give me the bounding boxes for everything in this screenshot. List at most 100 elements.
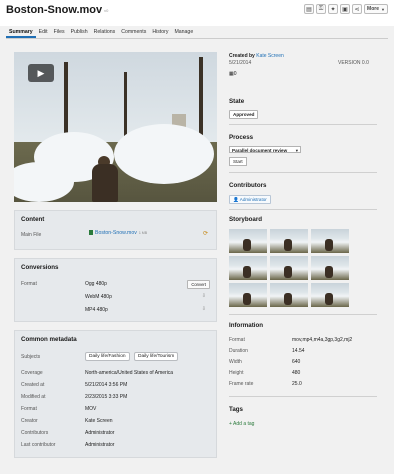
storyboard-thumbnail[interactable]: [311, 229, 349, 253]
toolbar: ▤ ⚿ ✦ ▣ ⋖ More ▼: [304, 4, 388, 14]
info-format-label: Format: [229, 337, 245, 343]
main-file-name: Boston-Snow.mov: [95, 230, 137, 236]
tree: [124, 72, 127, 142]
process-select[interactable]: ▾ Parallel document review: [229, 146, 301, 153]
tab-history[interactable]: History: [149, 27, 171, 38]
chevron-down-icon: ▾: [295, 148, 298, 153]
modified-at-label: Modified at: [21, 394, 46, 400]
information-title: Information: [229, 322, 264, 329]
plus-icon: +: [229, 421, 232, 427]
main-file-link[interactable]: Boston-Snow.mov 1 MB: [89, 230, 147, 236]
storyboard-thumbnail[interactable]: [270, 256, 308, 280]
modified-at-value: 2/23/2015 3:33 PM: [85, 394, 128, 400]
coverage-value: North-america/United States of America: [85, 370, 174, 376]
main-file-size: 1 MB: [138, 231, 148, 235]
add-tag-link[interactable]: + Add a tag: [229, 421, 254, 427]
state-title: State: [229, 98, 245, 105]
contributor-chip[interactable]: 👤 Administrator: [229, 195, 271, 204]
info-height-value: 480: [292, 370, 301, 376]
play-icon[interactable]: ▶: [28, 64, 54, 82]
last-contributor-label: Last contributor: [21, 442, 56, 448]
created-at-value: 5/21/2014 3:56 PM: [85, 382, 128, 388]
divider: [229, 172, 377, 173]
subject-tag[interactable]: Daily life/Fashion: [85, 352, 130, 361]
conversion-name: MP4 480p: [85, 307, 108, 313]
share-icon[interactable]: ⋖: [352, 4, 362, 14]
contributors-label: Contributors: [21, 430, 49, 436]
created-by-link[interactable]: Kate Screen: [256, 53, 284, 59]
storyboard-thumbnail[interactable]: [311, 256, 349, 280]
format-label: Format: [21, 281, 37, 287]
metadata-title: Common metadata: [21, 336, 77, 343]
format-value: MOV: [85, 406, 97, 412]
tab-bar: Summary Edit Files Publish Relations Com…: [6, 27, 388, 39]
info-height-label: Height: [229, 370, 244, 376]
process-value: Parallel document review: [232, 148, 288, 153]
conversions-title: Conversions: [21, 264, 59, 271]
contributors-title: Contributors: [229, 182, 267, 189]
created-by-label: Created by: [229, 53, 255, 59]
contributors-value: Administrator: [85, 430, 115, 436]
divider: [229, 396, 377, 397]
storyboard-thumbnail[interactable]: [270, 283, 308, 307]
person: [92, 164, 118, 202]
created-date: 5/21/2014: [229, 60, 252, 66]
tab-edit[interactable]: Edit: [36, 27, 51, 38]
storyboard-thumbnail[interactable]: [229, 283, 267, 307]
conversions-card: Conversions Format Ogg 480p Convert WebM…: [14, 258, 217, 322]
version-hint: v0: [104, 7, 109, 13]
more-label: More: [367, 6, 379, 12]
version-label: VERSION 0.0: [338, 60, 369, 66]
storyboard-grid: [229, 229, 353, 307]
creator-label: Creator: [21, 418, 38, 424]
storyboard-thumbnail[interactable]: [270, 229, 308, 253]
chevron-down-icon: ▼: [380, 6, 385, 12]
conversion-name: WebM 480p: [85, 294, 112, 300]
info-format-value: mov,mp4,m4a,3gp,3g2,mj2: [292, 337, 353, 343]
add-tag-label: Add a tag: [233, 421, 255, 427]
lock-icon[interactable]: ⚿: [316, 4, 326, 14]
created-at-label: Created at: [21, 382, 45, 388]
divider: [229, 314, 377, 315]
created-by: Created by Kate Screen: [229, 53, 284, 59]
tab-files[interactable]: Files: [51, 27, 68, 38]
tags-title: Tags: [229, 406, 243, 413]
info-width-value: 640: [292, 359, 301, 365]
document-title: Boston-Snow.mov v0: [6, 4, 108, 16]
refresh-icon[interactable]: ⟳: [203, 230, 208, 237]
download-icon[interactable]: ▤: [304, 4, 314, 14]
favorite-icon[interactable]: ✦: [328, 4, 338, 14]
main-file-label: Main File: [21, 232, 42, 238]
metadata-card: Common metadata Subjects Daily life/Fash…: [14, 330, 217, 458]
storyboard-thumbnail[interactable]: [229, 256, 267, 280]
subject-tag[interactable]: Daily life/Tourism: [134, 352, 179, 361]
tab-publish[interactable]: Publish: [68, 27, 91, 38]
document-view: Boston-Snow.mov v0 ▤ ⚿ ✦ ▣ ⋖ More ▼ Summar…: [0, 0, 394, 474]
user-icon: 👤: [233, 197, 239, 202]
convert-button[interactable]: Convert: [187, 280, 210, 289]
content-card: Content Main File Boston-Snow.mov 1 MB ⟳: [14, 210, 217, 250]
tab-summary[interactable]: Summary: [6, 27, 36, 38]
video-player[interactable]: ▶: [14, 52, 217, 202]
creator-value: Kate Screen: [85, 418, 113, 424]
conversion-name: Ogg 480p: [85, 281, 107, 287]
views-count-value: 0: [233, 71, 237, 77]
start-button[interactable]: Start: [229, 157, 247, 166]
contributor-name: Administrator: [239, 197, 267, 202]
download-icon[interactable]: ⇩: [202, 306, 206, 312]
format-label: Format: [21, 406, 37, 412]
divider: [229, 124, 377, 125]
storyboard-thumbnail[interactable]: [229, 229, 267, 253]
tab-comments[interactable]: Comments: [118, 27, 149, 38]
pdf-icon[interactable]: ▣: [340, 4, 350, 14]
tab-manage[interactable]: Manage: [171, 27, 196, 38]
header: Boston-Snow.mov v0 ▤ ⚿ ✦ ▣ ⋖ More ▼: [0, 0, 394, 26]
content-title: Content: [21, 216, 45, 223]
divider: [229, 209, 377, 210]
tab-relations[interactable]: Relations: [91, 27, 119, 38]
download-icon[interactable]: ⇩: [202, 293, 206, 299]
tree: [64, 62, 68, 142]
more-button[interactable]: More ▼: [364, 4, 388, 14]
coverage-label: Coverage: [21, 370, 43, 376]
storyboard-thumbnail[interactable]: [311, 283, 349, 307]
